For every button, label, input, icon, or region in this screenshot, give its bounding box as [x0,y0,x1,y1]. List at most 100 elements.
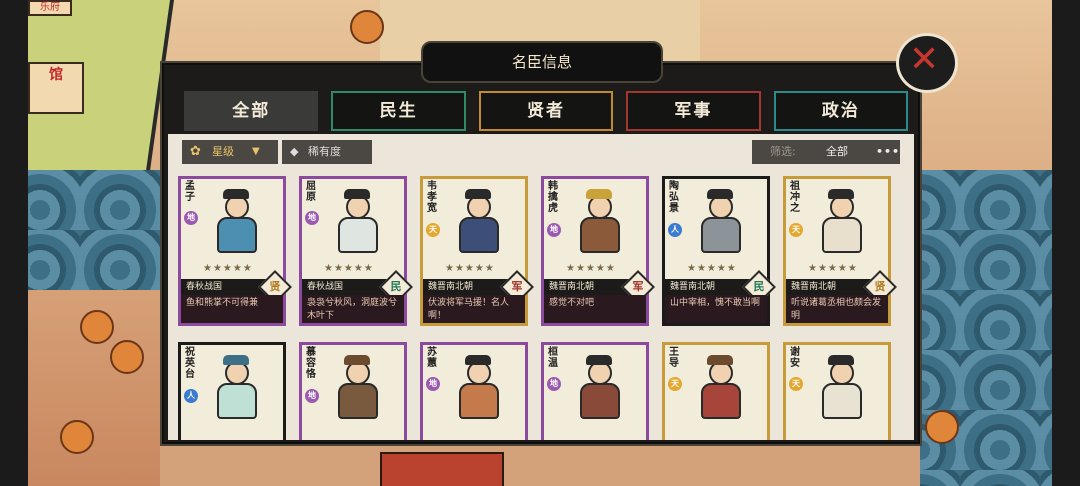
official-name: 屈原 [306,181,316,203]
autumn-tree [80,310,114,344]
filter-value: 全部 [826,145,848,158]
tab-military[interactable]: 军事 [626,91,761,131]
chevron-down-icon: ▼ [252,146,260,157]
rarity-label: 稀有度 [308,145,341,158]
category-tabs: 全部 民生 贤者 军事 政治 [184,91,909,131]
left-frame [0,0,28,486]
official-card[interactable]: 苏蕙 地 [420,342,528,440]
star-rating: ★★★★★ [687,263,737,274]
official-card[interactable]: 屈原 地 ★★★★★ 春秋战国 民 袅袅兮秋风，洞庭波兮木叶下 [299,176,413,326]
sort-dropdown[interactable]: ✿ 星级 ▼ [182,140,278,164]
official-quote: 山中宰相，愧不敢当啊 [665,295,767,323]
autumn-tree [350,10,384,44]
official-portrait [332,189,382,253]
star-rating: ★★★★★ [203,263,253,274]
official-card[interactable]: 祖冲之 天 ★★★★★ 魏晋南北朝 贤 听说诸葛丞相也颇会发明 [783,176,897,326]
official-portrait [211,189,261,253]
official-quote: 感觉不对吧 [544,295,646,323]
category-label: 民 [753,280,765,293]
official-quote: 鱼和熊掌不可得兼 [181,295,283,323]
official-name: 苏蕙 [427,347,437,369]
official-portrait [332,355,382,419]
close-icon: ✕ [909,39,940,80]
more-icon[interactable]: ••• [876,140,900,164]
official-portrait [695,189,745,253]
official-name: 慕容恪 [306,347,316,380]
official-name: 谢安 [790,347,800,369]
official-portrait [453,355,503,419]
right-frame [1052,0,1080,486]
star-rating: ★★★★★ [808,263,858,274]
filter-bar: ✿ 星级 ▼ ◆ 稀有度 筛选: 全部 ••• [182,140,912,166]
star-rating: ★★★★★ [324,263,374,274]
rank-badge: 地 [305,211,319,225]
official-card[interactable]: 韦孝宽 天 ★★★★★ 魏晋南北朝 军 伏波将军马援！名人啊！ [420,176,534,326]
rank-badge: 地 [547,377,561,391]
official-quote: 袅袅兮秋风，洞庭波兮木叶下 [302,295,404,323]
rank-badge: 天 [789,377,803,391]
building-sign: 馆 [28,62,84,114]
rank-badge: 人 [668,223,682,237]
tab-politics[interactable]: 政治 [773,91,909,131]
tab-sage[interactable]: 贤者 [478,91,614,131]
official-card[interactable]: 谢安 天 [783,342,891,440]
ground-bottom [160,440,920,486]
rarity-sort-button[interactable]: ◆ 稀有度 [282,140,372,164]
official-card[interactable]: 孟子 地 ★★★★★ 春秋战国 贤 鱼和熊掌不可得兼 [178,176,292,326]
rank-badge: 天 [426,223,440,237]
official-card[interactable]: 陶弘景 人 ★★★★★ 魏晋南北朝 民 山中宰相，愧不敢当啊 [662,176,776,326]
card-list[interactable]: ✿ 星级 ▼ ◆ 稀有度 筛选: 全部 ••• 孟子 地 ★★★★★ 春秋战国 … [168,134,914,440]
rank-badge: 地 [547,223,561,237]
official-portrait [211,355,261,419]
official-card[interactable]: 桓温 地 [541,342,649,440]
star-rating: ★★★★★ [566,263,616,274]
official-portrait [816,189,866,253]
official-name: 王导 [669,347,679,369]
panel-title: 名臣信息 [421,41,663,83]
official-name: 桓温 [548,347,558,369]
category-label: 贤 [874,280,886,293]
rank-badge: 地 [305,389,319,403]
city-gate [380,452,504,486]
official-portrait [574,189,624,253]
building-sign: 乐府 [28,0,72,16]
rank-badge: 地 [184,211,198,225]
filter-label: 筛选: [770,145,796,158]
official-name: 韩擒虎 [548,181,558,214]
tab-livelihood[interactable]: 民生 [331,91,466,131]
official-portrait [574,355,624,419]
rank-badge: 地 [426,377,440,391]
rank-badge: 人 [184,389,198,403]
official-card[interactable]: 韩擒虎 地 ★★★★★ 魏晋南北朝 军 感觉不对吧 [541,176,655,326]
filter-dropdown[interactable]: 筛选: 全部 ••• [752,140,900,164]
official-name: 陶弘景 [669,181,679,214]
close-button[interactable]: ✕ [896,33,958,93]
official-name: 祝英台 [185,347,195,380]
flower-icon: ✿ [190,144,201,159]
official-name: 孟子 [185,181,195,203]
official-portrait [816,355,866,419]
official-card[interactable]: 慕容恪 地 [299,342,407,440]
official-portrait [453,189,503,253]
official-card[interactable]: 王导 天 [662,342,770,440]
rank-badge: 天 [789,223,803,237]
rank-badge: 天 [668,377,682,391]
tab-all[interactable]: 全部 [184,91,319,131]
category-label: 民 [390,280,402,293]
autumn-tree [110,340,144,374]
building-sign-text: 乐府 [40,2,60,13]
category-label: 军 [632,280,644,293]
famous-officials-panel: 全部 民生 贤者 军事 政治 ✿ 星级 ▼ ◆ 稀有度 筛选: 全部 ••• 孟… [162,63,920,444]
official-quote: 伏波将军马援！名人啊！ [423,295,525,323]
official-name: 祖冲之 [790,181,800,214]
star-rating: ★★★★★ [445,263,495,274]
sort-label: 星级 [212,145,234,158]
category-label: 贤 [269,280,281,293]
autumn-tree [925,410,959,444]
diamond-icon: ◆ [290,145,299,158]
building-sign-text: 馆 [49,67,63,83]
official-portrait [695,355,745,419]
official-name: 韦孝宽 [427,181,437,214]
official-quote: 听说诸葛丞相也颇会发明 [786,295,888,323]
official-card[interactable]: 祝英台 人 [178,342,286,440]
